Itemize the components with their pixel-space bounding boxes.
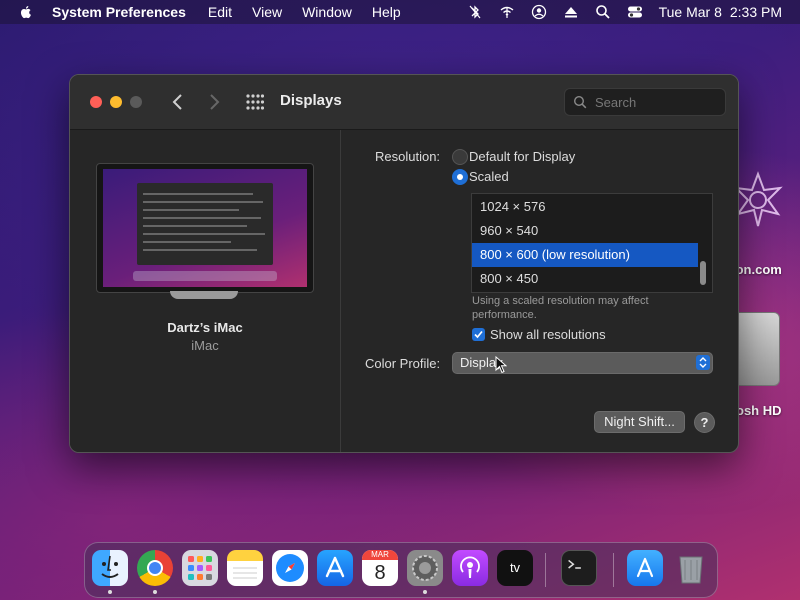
podcasts-icon[interactable] [452, 550, 488, 586]
terminal-icon[interactable] [561, 550, 597, 586]
spotlight-search-icon[interactable] [595, 4, 611, 20]
desktop-drive-label: osh HD [736, 403, 782, 418]
color-profile-select[interactable]: Display [452, 352, 713, 374]
resolution-option[interactable]: 1024 × 576 [472, 195, 698, 219]
zoom-button[interactable] [130, 96, 142, 108]
search-icon [573, 95, 587, 109]
radio-default-for-display[interactable] [452, 149, 468, 165]
resolution-option[interactable]: 800 × 450 [472, 267, 698, 291]
dock-separator [545, 553, 546, 587]
system-preferences-running-indicator [423, 590, 427, 594]
wifi-off-icon[interactable] [499, 4, 515, 20]
select-arrows-icon [696, 355, 710, 370]
radio-scaled[interactable] [452, 169, 468, 185]
bluetooth-off-icon[interactable] [467, 4, 483, 20]
finder-running-indicator [108, 590, 112, 594]
resolution-option-selected[interactable]: 800 × 600 (low resolution) [472, 243, 698, 267]
night-shift-button[interactable]: Night Shift... [594, 411, 685, 433]
displays-window: Displays Search Dartz’s iMac iMac Resolu… [69, 74, 739, 453]
imac-screen [96, 163, 314, 293]
show-all-resolutions-label[interactable]: Show all resolutions [490, 327, 606, 342]
calendar-day: 8 [374, 562, 386, 584]
window-toolbar: Displays [70, 75, 738, 130]
scaled-label[interactable]: Scaled [469, 169, 509, 184]
control-center-icon[interactable] [627, 4, 643, 20]
finder-icon[interactable] [92, 550, 128, 586]
system-preferences-icon[interactable] [407, 550, 443, 586]
scaled-resolution-note: Using a scaled resolution may affect per… [472, 295, 649, 321]
show-all-grid-icon[interactable] [246, 94, 264, 110]
color-profile-label: Color Profile: [365, 356, 441, 371]
downloads-folder-icon[interactable] [627, 550, 663, 586]
calendar-icon[interactable]: MAR 8 [362, 550, 398, 586]
safari-icon[interactable] [272, 550, 308, 586]
menu-bar: System Preferences Edit View Window Help… [0, 0, 800, 24]
menubar-time[interactable]: 2:33 PM [730, 4, 782, 20]
search-field[interactable] [564, 88, 726, 116]
window-title: Displays [280, 92, 342, 109]
search-input[interactable] [593, 92, 717, 112]
menubar-date[interactable]: Tue Mar 8 [659, 4, 722, 20]
calendar-month: MAR [362, 550, 398, 560]
mouse-cursor-icon [495, 356, 507, 374]
back-chevron-icon[interactable] [170, 92, 186, 112]
menu-app-name[interactable]: System Preferences [52, 4, 186, 20]
resolution-label: Resolution: [375, 149, 441, 164]
chrome-running-indicator [153, 590, 157, 594]
resolution-option[interactable]: 960 × 540 [472, 219, 698, 243]
default-for-display-label[interactable]: Default for Display [469, 149, 575, 164]
menu-help[interactable]: Help [372, 4, 401, 20]
imac-stand [170, 291, 238, 299]
eject-icon[interactable] [563, 4, 579, 20]
app-store-icon[interactable] [317, 550, 353, 586]
apple-tv-label: tv [509, 560, 521, 575]
forward-chevron-icon[interactable] [206, 92, 222, 112]
checkmark-icon [474, 330, 483, 339]
show-all-resolutions-checkbox[interactable] [472, 328, 485, 341]
dock-separator [613, 553, 614, 587]
minimize-button[interactable] [110, 96, 122, 108]
resolution-list[interactable]: 1024 × 576 960 × 540 800 × 600 (low reso… [471, 193, 713, 293]
dock: MAR 8 tv [84, 542, 718, 598]
trash-icon[interactable] [673, 550, 709, 586]
menu-window[interactable]: Window [302, 4, 352, 20]
device-model: iMac [191, 338, 219, 353]
display-sidebar: Dartz’s iMac iMac [70, 130, 341, 452]
apple-tv-icon[interactable]: tv [497, 550, 533, 586]
notes-icon[interactable] [227, 550, 263, 586]
menu-view[interactable]: View [252, 4, 282, 20]
chrome-icon[interactable] [137, 550, 173, 586]
help-button[interactable]: ? [694, 412, 715, 433]
launchpad-icon[interactable] [182, 550, 218, 586]
imac-preview-image [96, 163, 314, 299]
desktop-icon-label: ion.com [732, 262, 782, 277]
close-button[interactable] [90, 96, 102, 108]
apple-menu-icon[interactable] [18, 4, 34, 20]
resolution-list-scrollbar[interactable] [700, 261, 706, 285]
user-account-icon[interactable] [531, 4, 547, 20]
device-name: Dartz’s iMac [167, 320, 243, 335]
menu-edit[interactable]: Edit [208, 4, 232, 20]
